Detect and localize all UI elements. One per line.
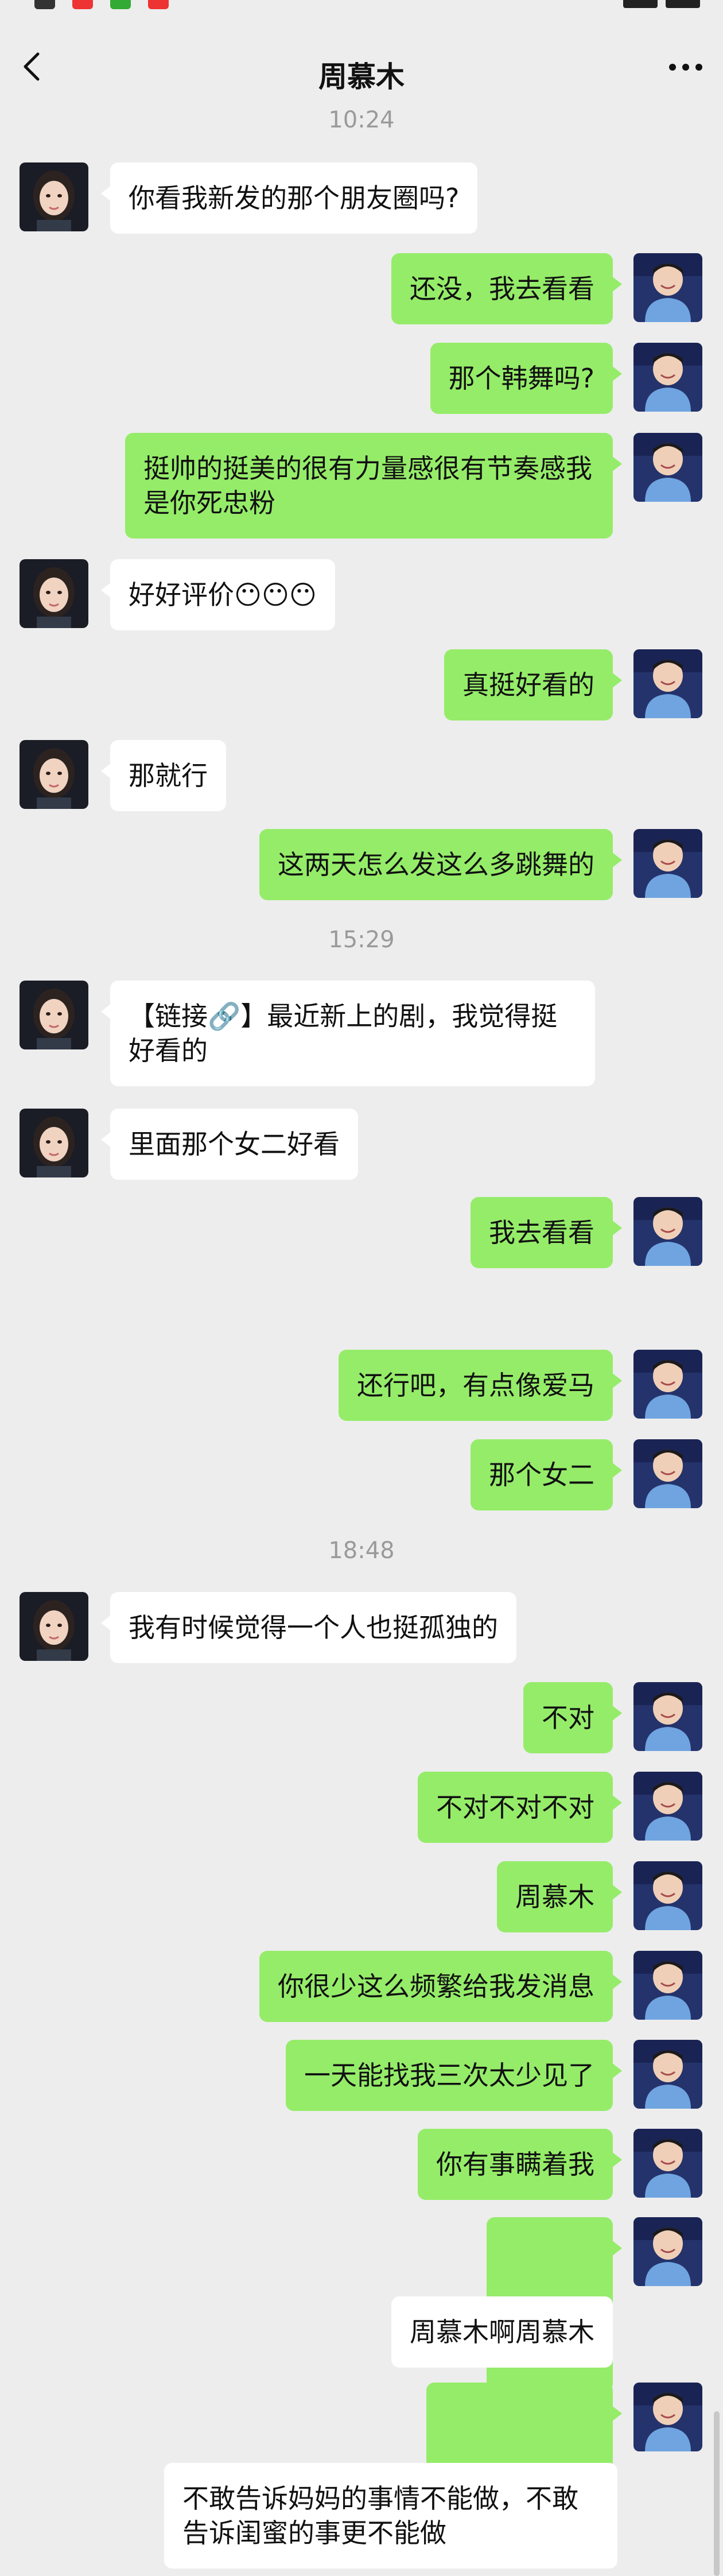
self-avatar[interactable] <box>633 433 702 502</box>
sent-message[interactable]: 还行吧，有点像爱马 <box>339 1350 622 1421</box>
self-avatar[interactable] <box>633 1772 702 1841</box>
contact-avatar[interactable] <box>20 981 88 1049</box>
timestamp: 10:24 <box>328 107 395 133</box>
received-message[interactable]: 不敢告诉妈妈的事情不能做，不敢告诉闺蜜的事更不能做 <box>164 2463 617 2569</box>
self-avatar[interactable] <box>633 1197 702 1266</box>
sent-message[interactable]: 这两天怎么发这么多跳舞的 <box>259 829 622 900</box>
sent-message[interactable]: 一天能找我三次太少见了 <box>286 2040 622 2111</box>
sent-message[interactable]: 你有事瞒着我 <box>418 2129 622 2200</box>
contact-avatar[interactable] <box>20 740 88 809</box>
timestamp: 15:29 <box>328 927 395 953</box>
sent-message[interactable]: 你很少这么频繁给我发消息 <box>259 1951 622 2022</box>
sent-message[interactable]: 那个韩舞吗? <box>430 343 623 414</box>
self-avatar[interactable] <box>633 2129 702 2198</box>
sent-message[interactable]: 周慕木 <box>497 1861 622 1932</box>
sent-message[interactable]: 周慕木啊周慕木 <box>391 2296 613 2368</box>
sent-message[interactable]: 那个女二 <box>471 1439 622 1510</box>
notification-icon <box>34 0 55 9</box>
more-dots-icon[interactable] <box>666 53 706 82</box>
contact-avatar[interactable] <box>20 559 88 628</box>
contact-avatar[interactable] <box>20 162 88 231</box>
self-avatar[interactable] <box>633 829 702 898</box>
notification-icon <box>72 0 93 9</box>
self-avatar[interactable] <box>633 2040 702 2109</box>
sent-message[interactable]: 真挺好看的 <box>444 649 622 720</box>
sent-message[interactable]: 我去看看 <box>471 1197 622 1268</box>
chat-header: 周慕木 <box>0 14 723 109</box>
sent-message[interactable]: 还没，我去看看 <box>391 253 622 324</box>
self-avatar[interactable] <box>633 1439 702 1508</box>
self-avatar[interactable] <box>633 1861 702 1930</box>
received-message[interactable]: 里面那个女二好看 <box>101 1109 358 1180</box>
received-message[interactable]: 你看我新发的那个朋友圈吗? <box>100 162 478 234</box>
received-message[interactable]: 我有时候觉得一个人也挺孤独的 <box>101 1592 516 1663</box>
sent-message[interactable]: 挺帅的挺美的很有力量感很有节奏感我是你死忠粉 <box>125 433 622 539</box>
received-message[interactable]: 【链接🔗】最近新上的剧，我觉得挺好看的 <box>101 981 595 1086</box>
timestamp: 18:48 <box>328 1537 395 1564</box>
self-avatar[interactable] <box>633 2217 702 2286</box>
status-bar <box>0 0 723 14</box>
battery-icon <box>666 0 700 8</box>
sent-message[interactable]: 不对 <box>523 1682 622 1753</box>
self-avatar[interactable] <box>633 1951 702 2020</box>
self-avatar[interactable] <box>633 253 702 322</box>
sent-message[interactable]: 不对不对不对 <box>418 1772 622 1843</box>
contact-avatar[interactable] <box>20 1109 88 1177</box>
self-avatar[interactable] <box>633 649 702 718</box>
received-message[interactable]: 好好评价😶😶😶 <box>101 559 335 630</box>
contact-avatar[interactable] <box>20 1592 88 1661</box>
self-avatar[interactable] <box>633 1682 702 1751</box>
self-avatar[interactable] <box>633 2383 702 2451</box>
received-message[interactable]: 那就行 <box>101 740 226 811</box>
self-avatar[interactable] <box>633 1350 702 1419</box>
scrollbar[interactable] <box>714 2411 720 2576</box>
chat-title: 周慕木 <box>318 60 405 94</box>
self-avatar[interactable] <box>633 343 702 412</box>
notification-icon <box>148 0 169 9</box>
notification-icon <box>110 0 131 9</box>
signal-icon <box>623 0 658 8</box>
